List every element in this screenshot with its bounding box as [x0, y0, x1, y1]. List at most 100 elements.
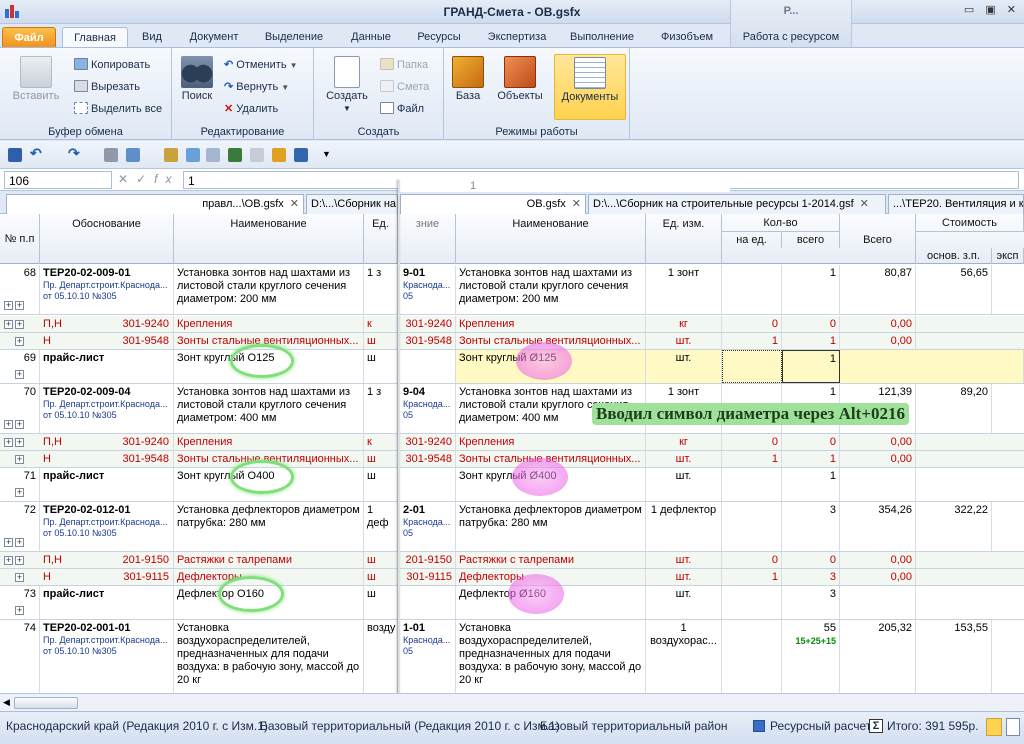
table-row[interactable]: 74 ТЕР20-02-001-01 Пр. Департ.строит.Крас… — [0, 620, 1024, 693]
header-total[interactable]: Всего — [840, 214, 916, 264]
unit-cell[interactable]: 1 дефлектор — [646, 502, 722, 551]
file-button[interactable]: Файл — [380, 102, 424, 115]
base-salary-cell[interactable]: 153,55 — [916, 620, 992, 693]
basis-cell[interactable]: прайс-лист — [40, 350, 174, 383]
redo-icon[interactable]: ↷ — [68, 145, 82, 161]
tab-data[interactable]: Данные — [342, 27, 400, 48]
resource-code-right[interactable]: 301-9548 — [400, 333, 456, 349]
close-icon[interactable]: ✕ — [572, 198, 581, 210]
qty-per-unit-cell[interactable]: 1 — [722, 569, 782, 585]
unit-cell-left[interactable]: ш — [364, 333, 398, 349]
unit-cell[interactable]: шт. — [646, 451, 722, 467]
unit-cell-left[interactable]: 1 деф — [364, 502, 398, 551]
page-view-icon[interactable] — [986, 718, 1002, 736]
edit-icon[interactable] — [272, 148, 286, 162]
qty-total-cell[interactable]: 1 — [782, 468, 840, 501]
unit-cell[interactable]: шт. — [646, 468, 722, 501]
total-cell[interactable]: 0,00 — [840, 434, 916, 450]
unit-cell-left[interactable]: возду — [364, 620, 398, 693]
unit-cell[interactable]: шт. — [646, 586, 722, 619]
doc-tab-ter20[interactable]: ...\ТЕР20. Вентиляция и к — [888, 194, 1024, 214]
chevron-down-icon[interactable]: ▼ — [281, 83, 289, 92]
unit-cell-left[interactable]: ш — [364, 451, 398, 467]
resource-code-right[interactable]: 301-9115 — [400, 569, 456, 585]
expand-icon[interactable]: + — [4, 438, 13, 447]
header-quantity[interactable]: Кол-во — [722, 214, 840, 232]
tab-resources[interactable]: Ресурсы — [410, 27, 468, 48]
expand-icon[interactable]: + — [4, 538, 13, 547]
unit-cell-left[interactable]: ш — [364, 552, 398, 568]
expand-icon[interactable]: + — [4, 320, 13, 329]
qty-per-unit-cell[interactable] — [722, 586, 782, 619]
cancel-icon[interactable]: ✕ — [118, 172, 136, 186]
customize-toolbar-icon[interactable]: ▼ — [322, 149, 336, 163]
filter-icon[interactable] — [294, 148, 308, 162]
documents-button[interactable]: Документы — [554, 54, 626, 120]
window-controls[interactable]: ▭ ▣ ✕ — [964, 3, 1020, 16]
header-name[interactable]: Наименование — [456, 214, 646, 264]
numbering-icon[interactable] — [126, 148, 140, 162]
resource-code-right[interactable]: 301-9240 — [400, 316, 456, 332]
qty-per-unit-cell[interactable]: 1 — [722, 333, 782, 349]
formula-buttons[interactable]: ✕✓fx — [118, 172, 179, 186]
basis-cell-right[interactable]: 1-01 Краснода... 05 — [400, 620, 456, 693]
scrollbar-thumb[interactable] — [14, 697, 78, 709]
name-cell-left[interactable]: Растяжки с талрепами — [174, 552, 364, 568]
close-icon[interactable]: ✕ — [860, 198, 869, 210]
resource-type[interactable]: П,Н 301-9240 — [40, 434, 174, 450]
doc-tab-resources[interactable]: D:\...\Сборник на строительные ресурсы 1… — [588, 194, 886, 214]
folder-button[interactable]: Папка — [380, 58, 428, 71]
unit-cell[interactable]: кг — [646, 434, 722, 450]
tab-physical-volume[interactable]: Физобъем — [652, 27, 722, 48]
doc-tab-collection[interactable]: D:\...\Сборник на — [306, 194, 398, 214]
table-icon[interactable] — [186, 148, 200, 162]
base-salary-cell[interactable]: 322,22 — [916, 502, 992, 551]
resource-row[interactable]: + Н 301-9548 Зонты стальные вентиляционны… — [0, 451, 1024, 468]
basis-cell-right[interactable]: 2-01 Краснода... 05 — [400, 502, 456, 551]
table-row[interactable]: 68 + + ТЕР20-02-009-01 Пр. Департ.строит.К… — [0, 265, 1024, 315]
expand-icon[interactable]: + — [15, 301, 24, 310]
cell-reference-field[interactable]: 106 — [4, 171, 112, 189]
unit-cell[interactable]: шт. — [646, 569, 722, 585]
unit-cell-left[interactable]: 1 з — [364, 384, 398, 433]
resource-type[interactable]: П,Н 201-9150 — [40, 552, 174, 568]
qty-per-unit-cell[interactable] — [722, 502, 782, 551]
name-cell[interactable]: Растяжки с талрепами — [456, 552, 646, 568]
table-row[interactable]: 72 + + ТЕР20-02-012-01 Пр. Департ.строит.К… — [0, 502, 1024, 552]
chevron-down-icon[interactable]: ▼ — [290, 61, 298, 70]
expand-icon[interactable]: + — [15, 455, 24, 464]
qty-per-unit-cell[interactable] — [722, 468, 782, 501]
tab-resource-work[interactable]: Работа с ресурсом — [734, 27, 848, 48]
image-icon[interactable] — [206, 148, 220, 162]
header-name-left[interactable]: Наименование — [174, 214, 364, 264]
expand-icon[interactable]: + — [15, 420, 24, 429]
qty-total-cell[interactable]: 3 — [782, 586, 840, 619]
expand-icon[interactable]: + — [4, 420, 13, 429]
resource-row[interactable]: + Н 301-9548 Зонты стальные вентиляционны… — [0, 333, 1024, 350]
expand-icon[interactable]: + — [15, 438, 24, 447]
tab-execution[interactable]: Выполнение — [566, 27, 638, 48]
expand-icon[interactable]: + — [15, 320, 24, 329]
redo-button[interactable]: ↷ Вернуть ▼ — [224, 80, 289, 93]
unit-cell[interactable]: 1 зонт — [646, 265, 722, 314]
print-icon[interactable] — [104, 148, 118, 162]
resource-type[interactable]: П,Н 301-9240 — [40, 316, 174, 332]
estimate-button[interactable]: Смета — [380, 80, 429, 93]
header-unit-left[interactable]: Ед. — [364, 214, 398, 264]
base-salary-cell[interactable]: 89,20 — [916, 384, 992, 433]
expand-icon[interactable]: + — [15, 370, 24, 379]
basis-cell[interactable]: ТЕР20-02-009-01 Пр. Департ.строит.Краснод… — [40, 265, 174, 314]
objects-button[interactable]: Объекты — [492, 56, 548, 102]
unit-cell-left[interactable]: ш — [364, 468, 398, 501]
resource-type[interactable]: Н 301-9548 — [40, 451, 174, 467]
qty-total-cell[interactable]: 1 — [782, 350, 840, 383]
total-cell[interactable] — [840, 468, 916, 501]
qty-total-cell[interactable]: 0 — [782, 434, 840, 450]
header-base-salary[interactable]: основ. з.п. — [916, 248, 992, 264]
unit-cell[interactable]: 1 воздухорас... — [646, 620, 722, 693]
qty-per-unit-cell[interactable] — [722, 265, 782, 314]
qty-total-cell[interactable]: 1 — [782, 451, 840, 467]
format-icon[interactable] — [250, 148, 264, 162]
qty-total-cell[interactable]: 3 — [782, 569, 840, 585]
name-cell[interactable]: Крепления — [456, 434, 646, 450]
